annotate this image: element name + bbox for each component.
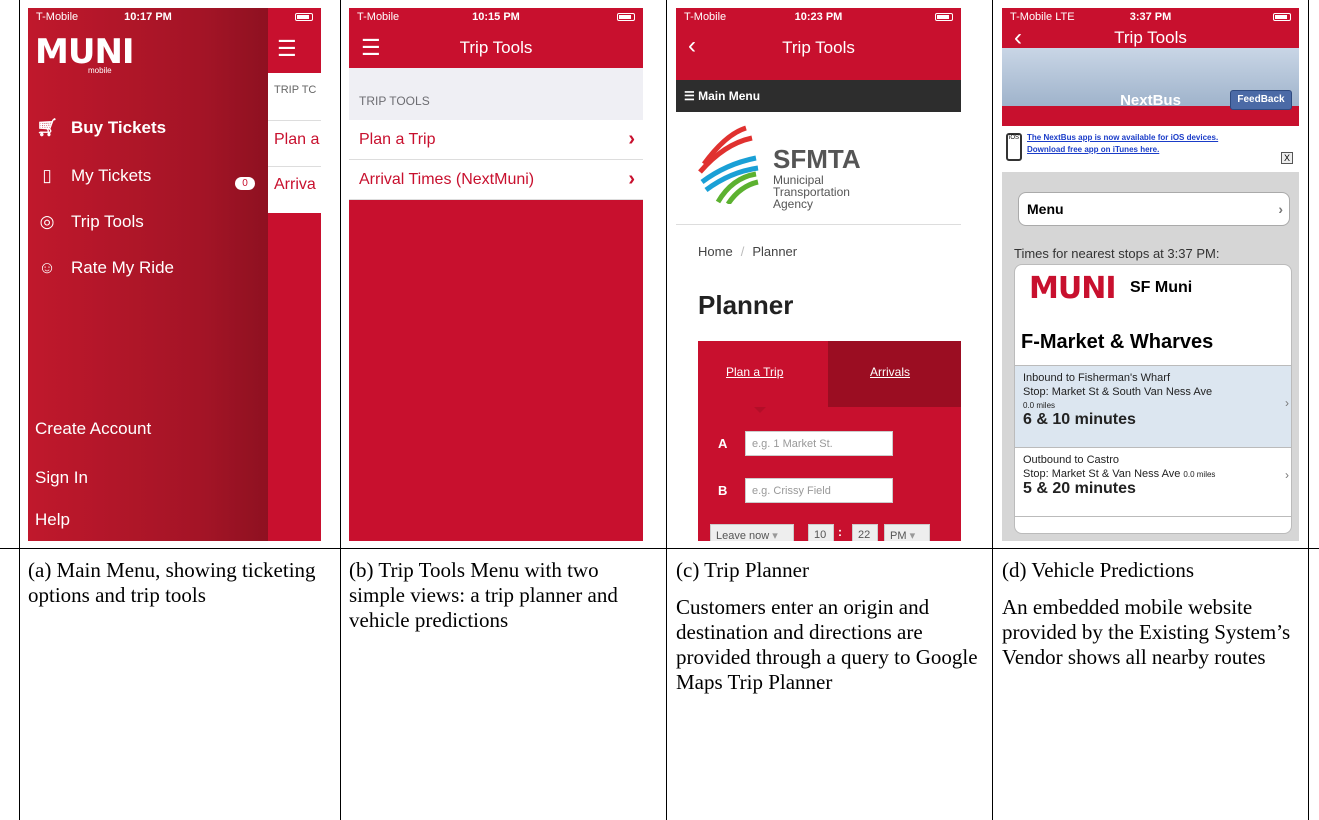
stop-card: MUNI SF Muni F-Market & Wharves Inbound … xyxy=(1014,264,1292,534)
muni-logo: MUNI xyxy=(35,32,135,72)
cart-icon: 🛒︎ xyxy=(36,118,58,137)
menu-trip-tools[interactable]: ◎ Trip Tools xyxy=(35,212,144,232)
origin-input[interactable]: e.g. 1 Market St. xyxy=(745,431,893,456)
leave-now-select[interactable]: Leave now ▾ xyxy=(710,524,794,541)
battery-icon xyxy=(935,11,953,23)
minute-input[interactable]: 22 xyxy=(852,524,878,541)
close-icon[interactable]: X xyxy=(1281,152,1293,164)
page-title: Planner xyxy=(698,290,794,320)
tab-arrivals[interactable]: Arrivals xyxy=(870,365,910,379)
nav-title: Trip Tools xyxy=(782,38,855,57)
prediction-row[interactable]: Inbound to Fisherman's Wharf Stop: Marke… xyxy=(1015,365,1291,447)
route-name: F-Market & Wharves xyxy=(1021,331,1214,353)
row-plan-a-trip[interactable]: Plan a Trip › xyxy=(349,120,643,160)
time-separator: : xyxy=(838,525,842,539)
hour-input[interactable]: 10 xyxy=(808,524,834,541)
sign-in-link[interactable]: Sign In xyxy=(35,468,88,488)
origin-label: A xyxy=(718,436,728,451)
status-bar: T-Mobile LTE 3:37 PM xyxy=(1002,8,1299,28)
status-time: 10:15 PM xyxy=(472,11,520,23)
help-link[interactable]: Help xyxy=(35,510,70,530)
nearest-stops-label: Times for nearest stops at 3:37 PM: xyxy=(1014,246,1220,261)
battery-icon xyxy=(295,11,313,23)
menu-rate-my-ride[interactable]: ☺ Rate My Ride xyxy=(35,258,174,278)
muni-logo: MUNI xyxy=(1029,271,1116,306)
table-border xyxy=(1308,0,1309,820)
status-time: 3:37 PM xyxy=(1129,11,1172,23)
ampm-select[interactable]: PM ▾ xyxy=(884,524,930,541)
caption-d: (d) Vehicle Predictions An embedded mobi… xyxy=(1002,558,1291,669)
chevron-right-icon: › xyxy=(628,168,635,190)
sfmta-subtitle: Municipal Transportation Agency xyxy=(773,173,850,211)
chevron-down-icon: ▾ xyxy=(772,530,778,541)
agency-name: SF Muni xyxy=(1130,279,1193,296)
planner-form: Plan a Trip Arrivals A e.g. 1 Market St.… xyxy=(698,341,961,541)
nav-bar: ☰ Trip Tools xyxy=(349,28,643,68)
feedback-button[interactable]: FeedBack xyxy=(1230,90,1292,110)
sfmta-title: SFMTA xyxy=(773,144,861,174)
table-border xyxy=(19,0,20,820)
destination-label: B xyxy=(718,483,728,498)
status-bar: T-Mobile 10:23 PM xyxy=(676,8,961,28)
screenshot-trip-tools: T-Mobile 10:15 PM ☰ Trip Tools TRIP TOOL… xyxy=(349,8,643,541)
chevron-right-icon: › xyxy=(1285,396,1289,410)
breadcrumb-current: Planner xyxy=(752,244,798,259)
app-banner[interactable]: iOS The NextBus app is now available for… xyxy=(1002,126,1299,172)
underlying-row[interactable]: Arriva xyxy=(274,176,316,194)
caption-b: (b) Trip Tools Menu with two simple view… xyxy=(349,558,618,632)
chevron-right-icon: › xyxy=(1278,201,1283,217)
hamburger-icon: ☰ xyxy=(684,89,699,103)
breadcrumb-home[interactable]: Home xyxy=(698,244,733,259)
banner-text[interactable]: The NextBus app is now available for iOS… xyxy=(1027,132,1297,156)
nav-title: Trip Tools xyxy=(459,38,533,57)
chevron-right-icon: › xyxy=(628,128,635,150)
underlying-row[interactable]: Plan a xyxy=(274,131,319,149)
nav-title: Trip Tools xyxy=(1114,28,1187,47)
status-bar: T-Mobile 10:17 PM xyxy=(28,8,321,28)
battery-icon xyxy=(1273,11,1291,23)
tab-pointer xyxy=(754,407,766,413)
main-menu-button[interactable]: ☰ Main Menu xyxy=(676,80,961,112)
ticket-count-badge: 0 xyxy=(235,177,255,190)
menu-my-tickets[interactable]: ▯ My Tickets xyxy=(35,166,151,186)
table-border xyxy=(666,0,667,820)
logo-subtitle: mobile xyxy=(88,66,112,75)
app-header: T-Mobile 10:23 PM ‹ Trip Tools xyxy=(676,8,961,80)
table-border xyxy=(0,548,1319,549)
create-account-link[interactable]: Create Account xyxy=(35,419,151,439)
status-bar: T-Mobile 10:15 PM xyxy=(349,8,643,28)
chevron-right-icon: › xyxy=(1285,468,1289,482)
breadcrumb: Home / Planner xyxy=(698,244,798,259)
section-header: TRIP TOOLS xyxy=(349,68,643,120)
chevron-down-icon: ▾ xyxy=(909,530,916,541)
caption-a: (a) Main Menu, showing ticketing options… xyxy=(28,558,316,607)
status-time: 10:17 PM xyxy=(124,11,172,23)
nav-bar: ‹ Trip Tools xyxy=(676,28,961,68)
destination-input[interactable]: e.g. Crissy Field xyxy=(745,478,893,503)
menu-dropdown[interactable]: Menu › xyxy=(1018,192,1290,226)
smile-icon: ☺ xyxy=(38,258,56,277)
underlying-section: TRIP TC xyxy=(274,84,317,96)
tab-plan-a-trip[interactable]: Plan a Trip xyxy=(726,365,783,379)
prediction-row[interactable]: Outbound to Castro Stop: Market St & Van… xyxy=(1015,447,1291,517)
caption-c: (c) Trip Planner Customers enter an orig… xyxy=(676,558,978,694)
screenshot-trip-planner: T-Mobile 10:23 PM ‹ Trip Tools ☰ Main Me… xyxy=(676,8,961,541)
row-arrival-times[interactable]: Arrival Times (NextMuni) › xyxy=(349,160,643,200)
ticket-icon: ▯ xyxy=(42,166,52,185)
nav-bar: ‹ Trip Tools xyxy=(1002,24,1299,51)
screenshot-main-menu: TRIP TC Plan a Arriva ☰ T-Mobile 10:17 P… xyxy=(28,8,321,541)
screenshot-vehicle-predictions: T-Mobile LTE 3:37 PM ‹ Trip Tools NextBu… xyxy=(1002,8,1299,541)
location-icon: ◎ xyxy=(39,212,55,231)
table-border xyxy=(992,0,993,820)
battery-icon xyxy=(617,11,635,23)
hamburger-icon[interactable]: ☰ xyxy=(277,36,297,62)
phone-icon: iOS xyxy=(1006,133,1022,161)
table-border xyxy=(340,0,341,820)
menu-buy-tickets[interactable]: 🛒︎ Buy Tickets xyxy=(35,118,166,138)
sfmta-logo-icon xyxy=(698,125,759,204)
status-time: 10:23 PM xyxy=(794,11,843,23)
